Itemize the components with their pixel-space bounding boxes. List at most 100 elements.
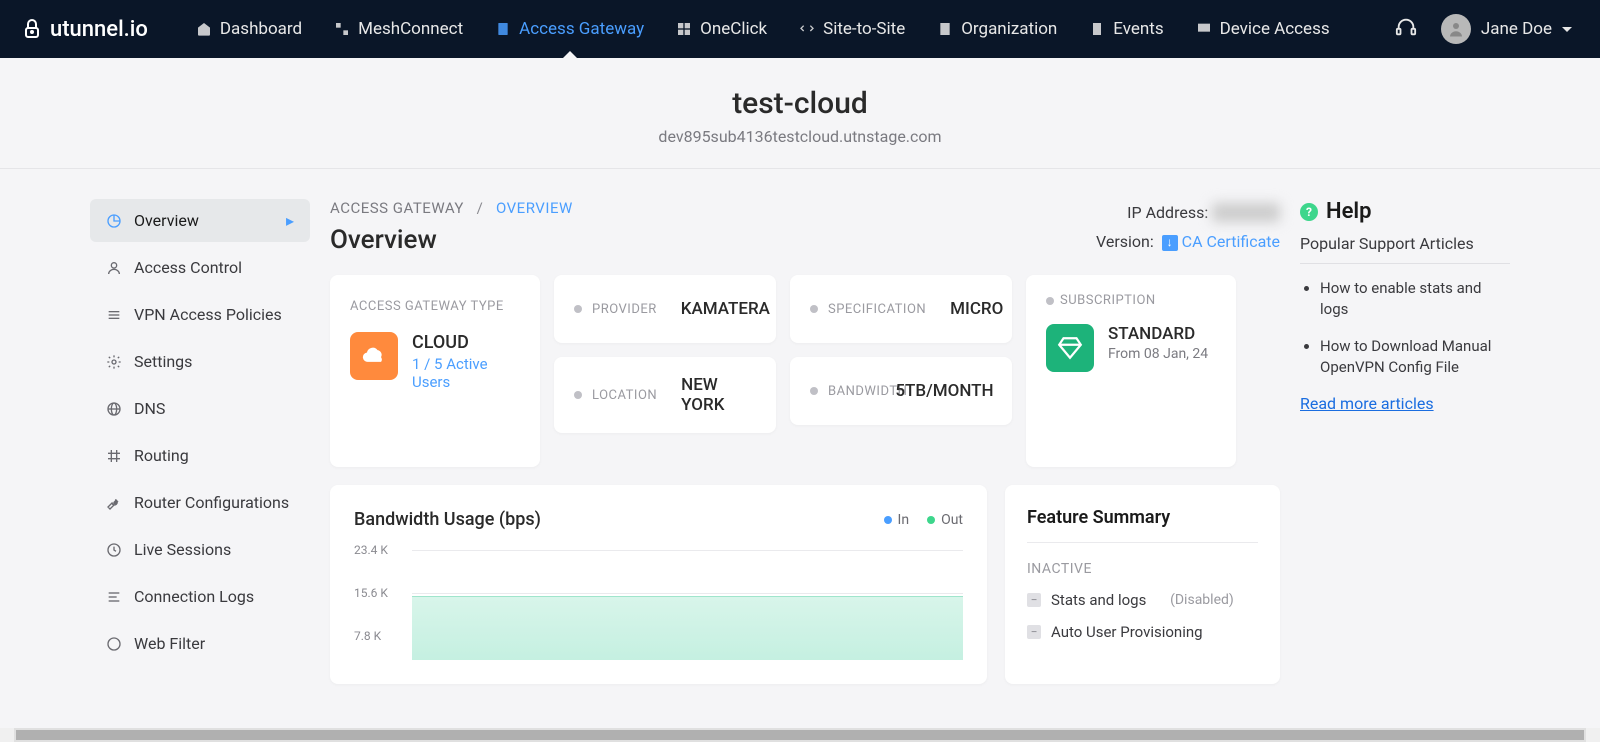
help-article-link[interactable]: How to Download Manual OpenVPN Config Fi…: [1320, 336, 1510, 378]
minus-icon: −: [1027, 625, 1041, 639]
sidebar-item-web-filter[interactable]: Web Filter: [90, 622, 310, 665]
sidebar-item-overview[interactable]: Overview▸: [90, 199, 310, 242]
breadcrumb-sep: /: [477, 199, 484, 217]
title-area: test-cloud dev895sub4136testcloud.utnsta…: [0, 58, 1600, 169]
card-value: NEW YORK: [681, 375, 756, 415]
top-nav: utunnel.io Dashboard MeshConnect Access …: [0, 0, 1600, 58]
nav-access-gateway[interactable]: Access Gateway: [481, 0, 658, 58]
y-tick: 23.4 K: [354, 543, 388, 557]
version-label: Version:: [1096, 232, 1154, 251]
wrench-icon: [106, 495, 122, 511]
chart-area: [412, 596, 963, 660]
legend-out: Out: [927, 512, 963, 528]
bandwidth-card: Bandwidth Usage (bps) In Out 23.4 K 15.6…: [330, 485, 987, 684]
nav-events[interactable]: Events: [1075, 0, 1177, 58]
chart-title: Bandwidth Usage (bps): [354, 509, 541, 530]
nav-label: Dashboard: [220, 19, 302, 39]
sidebar-item-vpn-policies[interactable]: VPN Access Policies: [90, 293, 310, 336]
sidebar-item-connection-logs[interactable]: Connection Logs: [90, 575, 310, 618]
pie-icon: [106, 213, 122, 229]
nav-organization[interactable]: Organization: [923, 0, 1071, 58]
legend-label: Out: [941, 512, 963, 528]
download-icon: ↓: [1162, 235, 1178, 251]
breadcrumb-item[interactable]: OVERVIEW: [496, 199, 573, 217]
routing-icon: [106, 448, 122, 464]
card-label: ACCESS GATEWAY TYPE: [350, 299, 520, 314]
support-icon[interactable]: [1383, 16, 1429, 42]
ip-label: IP Address:: [1127, 203, 1208, 222]
dot-icon: [574, 391, 582, 399]
sidebar-item-dns[interactable]: DNS: [90, 387, 310, 430]
feature-item[interactable]: −Auto User Provisioning: [1027, 623, 1258, 641]
sidebar-item-label: Router Configurations: [134, 493, 289, 512]
help-subtitle: Popular Support Articles: [1300, 234, 1510, 264]
globe-icon: [106, 401, 122, 417]
sidebar-item-label: Connection Logs: [134, 587, 254, 606]
stats-cards: ACCESS GATEWAY TYPE CLOUD 1 / 5 Active U…: [330, 275, 1280, 467]
question-icon: ?: [1300, 203, 1318, 221]
feature-name: Auto User Provisioning: [1051, 623, 1203, 641]
feature-name: Stats and logs: [1051, 591, 1146, 609]
nav-label: Events: [1113, 19, 1163, 39]
legend-dot-icon: [927, 516, 935, 524]
logs-icon: [106, 589, 122, 605]
filter-icon: [106, 636, 122, 652]
ca-certificate-link[interactable]: CA Certificate: [1182, 232, 1280, 251]
horizontal-scrollbar[interactable]: [0, 728, 1600, 742]
user-menu[interactable]: Jane Doe: [1433, 14, 1580, 44]
nav-device-access[interactable]: Device Access: [1182, 0, 1344, 58]
feature-summary-card: Feature Summary INACTIVE −Stats and logs…: [1005, 485, 1280, 684]
arrows-icon: [799, 21, 815, 37]
sidebar-item-access-control[interactable]: Access Control: [90, 246, 310, 289]
sidebar-item-label: DNS: [134, 399, 165, 418]
card-value: KAMATERA: [681, 299, 770, 319]
card-value: STANDARD: [1108, 324, 1208, 344]
nav-dashboard[interactable]: Dashboard: [182, 0, 316, 58]
feature-summary-title: Feature Summary: [1027, 507, 1258, 543]
sidebar-item-label: Live Sessions: [134, 540, 231, 559]
card-provider: PROVIDER KAMATERA: [554, 275, 776, 343]
help-article-link[interactable]: How to enable stats and logs: [1320, 278, 1510, 320]
sidebar-item-label: Access Control: [134, 258, 242, 277]
sidebar: Overview▸ Access Control VPN Access Poli…: [90, 199, 310, 684]
legend-in: In: [884, 512, 910, 528]
server-icon: [495, 21, 511, 37]
dot-icon: [810, 305, 818, 313]
card-value: 5TB/MONTH: [895, 381, 993, 401]
subscription-date: From 08 Jan, 24: [1108, 346, 1208, 362]
user-name: Jane Doe: [1481, 19, 1552, 39]
card-gateway-type: ACCESS GATEWAY TYPE CLOUD 1 / 5 Active U…: [330, 275, 540, 467]
card-subscription: SUBSCRIPTION STANDARD From 08 Jan, 24: [1026, 275, 1236, 467]
diamond-icon: [1046, 324, 1094, 372]
nav-label: Access Gateway: [519, 19, 644, 39]
sidebar-item-router-configs[interactable]: Router Configurations: [90, 481, 310, 524]
chart-legend: In Out: [884, 512, 963, 528]
bandwidth-chart: 23.4 K 15.6 K 7.8 K: [354, 550, 963, 660]
minus-icon: −: [1027, 593, 1041, 607]
read-more-link[interactable]: Read more articles: [1300, 394, 1510, 413]
server-domain: dev895sub4136testcloud.utnstage.com: [0, 127, 1600, 146]
active-users-link[interactable]: 1 / 5 Active Users: [412, 355, 520, 391]
sidebar-item-routing[interactable]: Routing: [90, 434, 310, 477]
meta-right: IP Address: xxx Version: ↓CA Certificate: [1096, 199, 1280, 257]
sidebar-item-label: VPN Access Policies: [134, 305, 282, 324]
feature-item[interactable]: −Stats and logs (Disabled): [1027, 591, 1258, 609]
building-icon: [937, 21, 953, 37]
card-label: SUBSCRIPTION: [1060, 293, 1156, 308]
user-icon: [106, 260, 122, 276]
brand-logo[interactable]: utunnel.io: [20, 17, 148, 42]
sidebar-item-label: Settings: [134, 352, 192, 371]
content-area: IP Address: xxx Version: ↓CA Certificate…: [330, 199, 1280, 684]
chevron-right-icon: ▸: [286, 211, 294, 230]
sidebar-item-settings[interactable]: Settings: [90, 340, 310, 383]
nav-meshconnect[interactable]: MeshConnect: [320, 0, 477, 58]
sidebar-item-live-sessions[interactable]: Live Sessions: [90, 528, 310, 571]
nav-label: OneClick: [700, 19, 767, 39]
feature-group-label: INACTIVE: [1027, 561, 1258, 577]
legend-label: In: [898, 512, 910, 528]
nav-oneclick[interactable]: OneClick: [662, 0, 781, 58]
card-value: MICRO: [950, 299, 1003, 319]
nav-site-to-site[interactable]: Site-to-Site: [785, 0, 919, 58]
breadcrumb-item[interactable]: ACCESS GATEWAY: [330, 199, 464, 217]
avatar: [1441, 14, 1471, 44]
